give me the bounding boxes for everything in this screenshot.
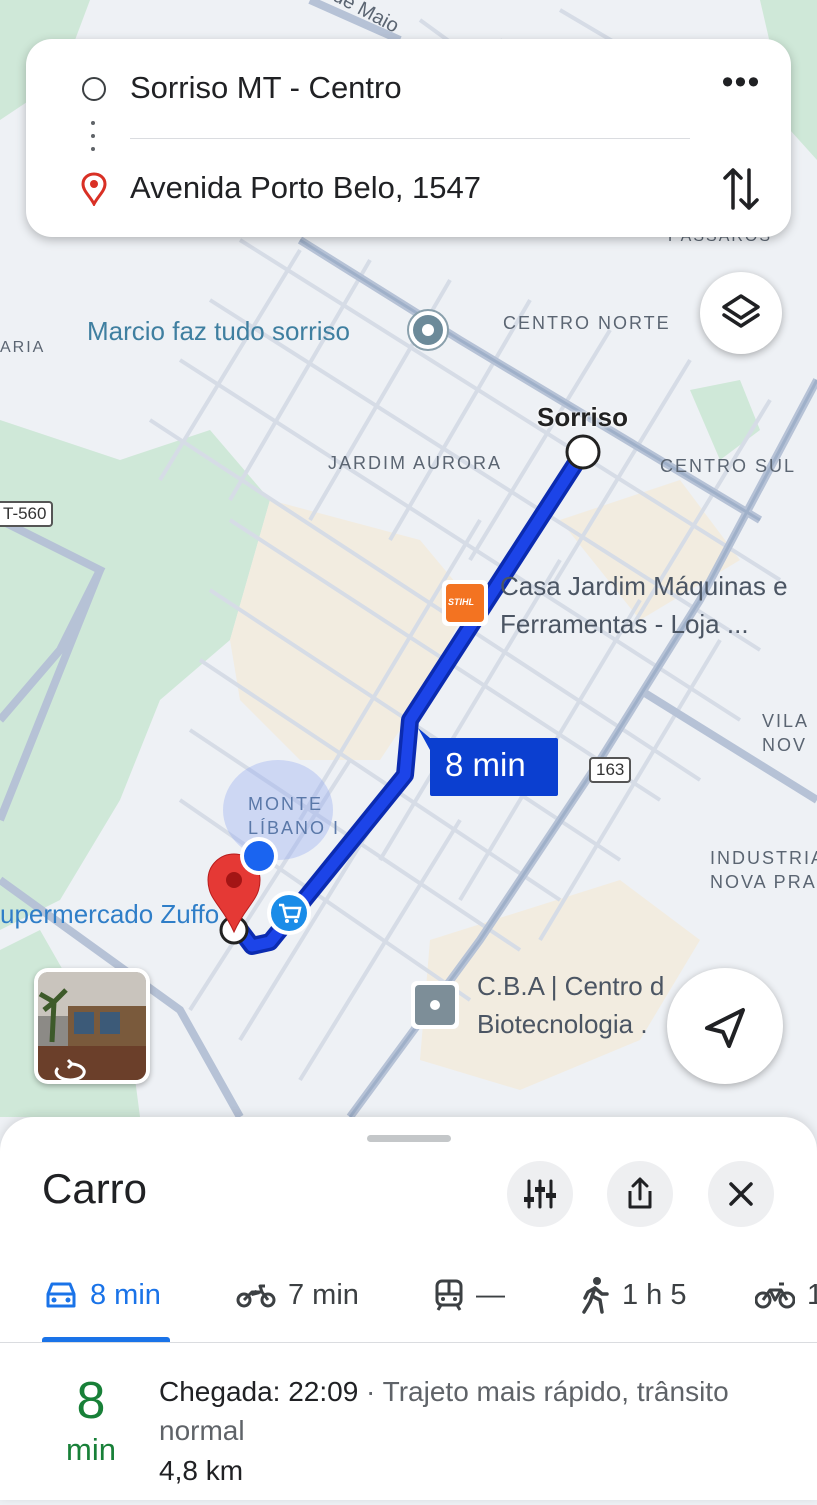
layers-icon (722, 294, 760, 328)
arrival-time: Chegada: 22:09 (159, 1376, 359, 1407)
poi-label-casa-jardim[interactable]: Casa Jardim Máquinas e Ferramentas - Loj… (500, 567, 788, 643)
destination-pin-icon (81, 172, 107, 206)
directions-sheet: Carro 8 min 7 min — 1 h 5 1 8 min Chegad… (0, 1117, 817, 1500)
route-time-label[interactable]: 8 min (445, 746, 526, 784)
mode-label: 7 min (288, 1278, 359, 1311)
road-shield: T-560 (0, 501, 54, 527)
options-button[interactable] (507, 1161, 573, 1227)
route-card: Sorriso MT - Centro Avenida Porto Belo, … (26, 39, 791, 237)
duration-value: 8 (76, 1372, 106, 1430)
neighborhood-line: VILA (762, 711, 810, 731)
layers-button[interactable] (700, 272, 782, 354)
poi-label-marcio[interactable]: Marcio faz tudo sorriso (87, 316, 350, 347)
mode-tab-walk[interactable]: 1 h 5 (580, 1275, 687, 1315)
road-shield: 163 (589, 757, 632, 783)
transit-icon (435, 1279, 463, 1311)
more-options-button[interactable]: ••• (716, 65, 766, 109)
neighborhood-line: MONTE (248, 794, 323, 814)
poi-label-line: Ferramentas - Loja ... (500, 609, 749, 639)
neighborhood-label: CENTRO SUL (660, 456, 797, 476)
poi-label-supermercado[interactable]: upermercado Zuffo (0, 899, 219, 930)
mode-tab-transit[interactable]: — (434, 1275, 505, 1315)
sheet-drag-handle[interactable] (367, 1135, 451, 1142)
mode-label: 1 h 5 (622, 1278, 687, 1311)
bike-icon (755, 1282, 795, 1309)
sheet-title: Carro (42, 1165, 148, 1212)
recenter-button[interactable] (667, 968, 783, 1084)
navigation-arrow-icon (705, 1008, 745, 1048)
poi-label-cba[interactable]: C.B.A | Centro d Biotecnologia . (477, 967, 664, 1043)
mode-tab-car[interactable]: 8 min (44, 1275, 161, 1315)
route-duration[interactable]: 8 min (46, 1372, 136, 1470)
duration-unit: min (66, 1432, 116, 1467)
route-distance: 4,8 km (159, 1455, 244, 1486)
poi-label-line: C.B.A | Centro d (477, 971, 665, 1001)
origin-field[interactable]: Sorriso MT - Centro (130, 70, 402, 106)
destination-field[interactable]: Avenida Porto Belo, 1547 (130, 170, 481, 206)
tabs-divider (0, 1342, 817, 1343)
walk-icon (582, 1277, 609, 1314)
route-summary[interactable]: Chegada: 22:09 · Trajeto mais rápido, tr… (159, 1372, 779, 1450)
neighborhood-label: INDUSTRIA NOVA PRA (710, 846, 817, 894)
swap-directions-icon[interactable] (721, 164, 761, 214)
neighborhood-line: NOV (762, 735, 808, 755)
street-view-image (38, 972, 146, 1080)
motorcycle-icon (236, 1284, 276, 1308)
poi-label-line: Biotecnologia . (477, 1009, 648, 1039)
neighborhood-label: VILA NOV (762, 709, 809, 757)
origin-circle-icon (82, 77, 106, 101)
car-icon (46, 1282, 76, 1308)
tune-icon (524, 1179, 556, 1209)
poi-label-line: Casa Jardim Máquinas e (500, 571, 788, 601)
city-label: Sorriso (537, 402, 629, 432)
neighborhood-line: LÍBANO I (248, 818, 341, 838)
neighborhood-line: NOVA PRA (710, 872, 817, 892)
street-view-thumbnail[interactable] (34, 968, 150, 1084)
route-divider (130, 138, 690, 139)
route-origin-marker (565, 434, 601, 470)
stihl-logo: STIHL (448, 597, 474, 607)
mode-label: 1 (807, 1278, 817, 1311)
neighborhood-label: ARIA (0, 339, 46, 356)
close-button[interactable] (708, 1161, 774, 1227)
mode-label: — (476, 1278, 505, 1311)
mode-tab-bike[interactable]: 1 (755, 1275, 817, 1315)
neighborhood-line: INDUSTRIA (710, 848, 817, 868)
neighborhood-label: CENTRO NORTE (503, 313, 671, 333)
close-icon (729, 1182, 753, 1206)
share-icon (628, 1177, 652, 1209)
neighborhood-label: MONTE LÍBANO I (248, 792, 340, 840)
route-dots-icon (91, 121, 95, 160)
mode-tab-motorcycle[interactable]: 7 min (236, 1275, 359, 1315)
neighborhood-label: JARDIM AURORA (328, 453, 503, 473)
share-button[interactable] (607, 1161, 673, 1227)
mode-label: 8 min (90, 1278, 161, 1311)
